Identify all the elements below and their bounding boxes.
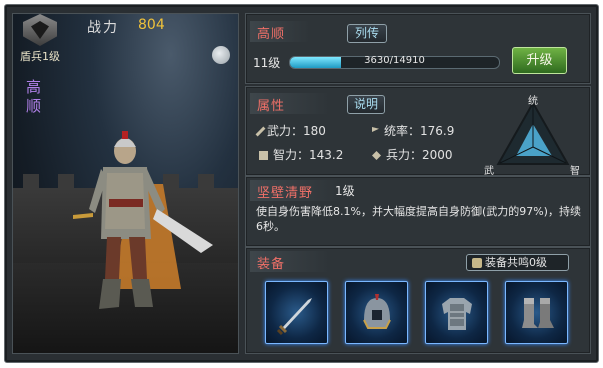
- hero-detail-window: 盾兵1级 战力 804 高顺 高顺 列传 11级 3630/14910 升级 属…: [0, 0, 603, 368]
- equip-slot-armor[interactable]: [425, 281, 488, 344]
- skill-level: 1级: [335, 184, 355, 198]
- power-label: 战力: [87, 20, 119, 36]
- biography-button[interactable]: 列传: [347, 24, 387, 43]
- explain-button[interactable]: 说明: [347, 95, 385, 114]
- stat-leadership: 统率：176.9: [372, 122, 454, 139]
- skill-description: 使自身伤害降低8.1%，并大幅度提高自身防御(武力的97%)，持续6秒。: [256, 205, 581, 233]
- shield-icon: [23, 14, 57, 46]
- troop-stat-icon: [372, 151, 381, 160]
- power-value: 804: [138, 17, 165, 33]
- armor-icon: [441, 297, 472, 330]
- equip-slot-weapon[interactable]: [265, 281, 328, 344]
- sword-icon: [276, 297, 312, 335]
- equipment-title: 装备: [257, 257, 286, 272]
- hero-name-vertical: 高顺: [26, 78, 42, 115]
- moon-icon: [212, 46, 230, 64]
- hero-level: 11级: [253, 56, 281, 70]
- triangle-label-force: 武: [484, 166, 494, 177]
- resonance-icon: [472, 258, 482, 268]
- stat-force: 武力：180: [255, 122, 326, 139]
- triangle-label-leadership: 统: [528, 96, 538, 107]
- stat-intelligence: 智力：143.2: [259, 146, 343, 163]
- equip-slot-helmet[interactable]: [345, 281, 408, 344]
- attributes-title: 属性: [257, 99, 286, 114]
- helmet-icon: [362, 293, 391, 329]
- equip-slot-boots[interactable]: [505, 281, 568, 344]
- xp-text: 3630/14910: [364, 55, 425, 66]
- skill-name: 坚壁清野: [257, 186, 314, 201]
- hero-name-title: 高顺: [257, 27, 286, 42]
- warrior-figure: [73, 131, 213, 309]
- book-stat-icon: [259, 151, 268, 160]
- flag-stat-icon: [372, 127, 379, 132]
- unit-rank-badge: 盾兵1级: [13, 14, 67, 68]
- equipment-resonance-button[interactable]: 装备共鸣0级: [466, 254, 569, 271]
- stat-troops: 兵力：2000: [372, 146, 453, 163]
- attribute-triangle: 统 武 智: [478, 92, 588, 177]
- upgrade-button[interactable]: 升级: [512, 47, 567, 74]
- boots-icon: [521, 297, 554, 328]
- triangle-label-intelligence: 智: [570, 166, 580, 177]
- unit-rank-label: 盾兵1级: [20, 50, 60, 63]
